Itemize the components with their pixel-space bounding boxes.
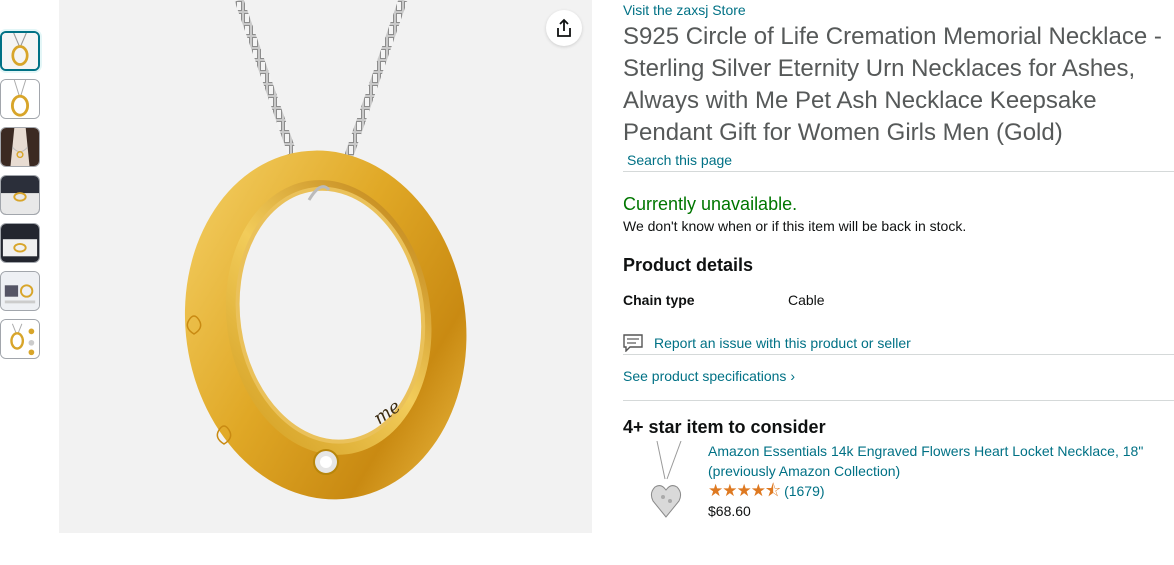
pendant-necklace-image: me (59, 0, 592, 533)
comment-icon (623, 334, 643, 352)
product-title: S925 Circle of Life Cremation Memorial N… (623, 23, 1162, 146)
thumbnail-2[interactable] (0, 79, 40, 119)
accessories-thumbnail-image (1, 272, 39, 310)
availability-status: Currently unavailable. (623, 194, 798, 214)
share-button[interactable] (546, 10, 582, 46)
product-info-column: Visit the zaxsj Store S925 Circle of Lif… (623, 0, 1174, 521)
thumbnail-3[interactable] (0, 127, 40, 167)
see-product-specifications-link[interactable]: See product specifications › (623, 366, 1174, 401)
report-issue-row: Report an issue with this product or sel… (623, 333, 1174, 355)
consider-item-info: Amazon Essentials 14k Engraved Flowers H… (708, 441, 1174, 521)
store-link[interactable]: Visit the zaxsj Store (623, 2, 1174, 19)
chevron-right-icon: › (790, 368, 795, 384)
consider-heading: 4+ star item to consider (623, 417, 826, 437)
report-issue-link[interactable]: Report an issue with this product or sel… (654, 333, 911, 353)
consider-item: Amazon Essentials 14k Engraved Flowers H… (623, 440, 1174, 521)
thumbnail-4[interactable] (0, 175, 40, 215)
product-detail-row: Chain type Cable (623, 290, 1174, 310)
thumbnail-1[interactable] (0, 31, 40, 71)
search-this-page-link[interactable]: Search this page (623, 152, 1174, 172)
detail-value: Cable (788, 292, 825, 308)
rating-row[interactable]: ★★★★⯪ (1679) (708, 481, 1174, 501)
box-thumbnail-image (1, 224, 39, 262)
model-thumbnail-image (1, 128, 39, 166)
pendant-thumbnail-image (2, 33, 38, 69)
features-thumbnail-image (1, 320, 39, 358)
locket-product-image[interactable] (623, 440, 708, 521)
availability-note: We don't know when or if this item will … (623, 218, 967, 234)
thumbnail-7[interactable] (0, 319, 40, 359)
heart-locket-image (623, 440, 708, 521)
spec-link-label: See product specifications (623, 368, 787, 384)
rating-count[interactable]: (1679) (784, 481, 824, 501)
box-thumbnail-image (1, 176, 39, 214)
detail-key: Chain type (623, 292, 695, 308)
thumbnail-strip (0, 31, 42, 367)
star-rating-icon: ★★★★⯪ (708, 481, 781, 500)
main-product-image[interactable]: me (59, 0, 592, 533)
pendant-thumbnail-image (1, 80, 39, 118)
thumbnail-5[interactable] (0, 223, 40, 263)
consider-item-title-link[interactable]: Amazon Essentials 14k Engraved Flowers H… (708, 441, 1174, 481)
price: $68.60 (708, 503, 751, 519)
product-details-heading: Product details (623, 255, 754, 275)
share-icon (557, 18, 571, 37)
thumbnail-6[interactable] (0, 271, 40, 311)
